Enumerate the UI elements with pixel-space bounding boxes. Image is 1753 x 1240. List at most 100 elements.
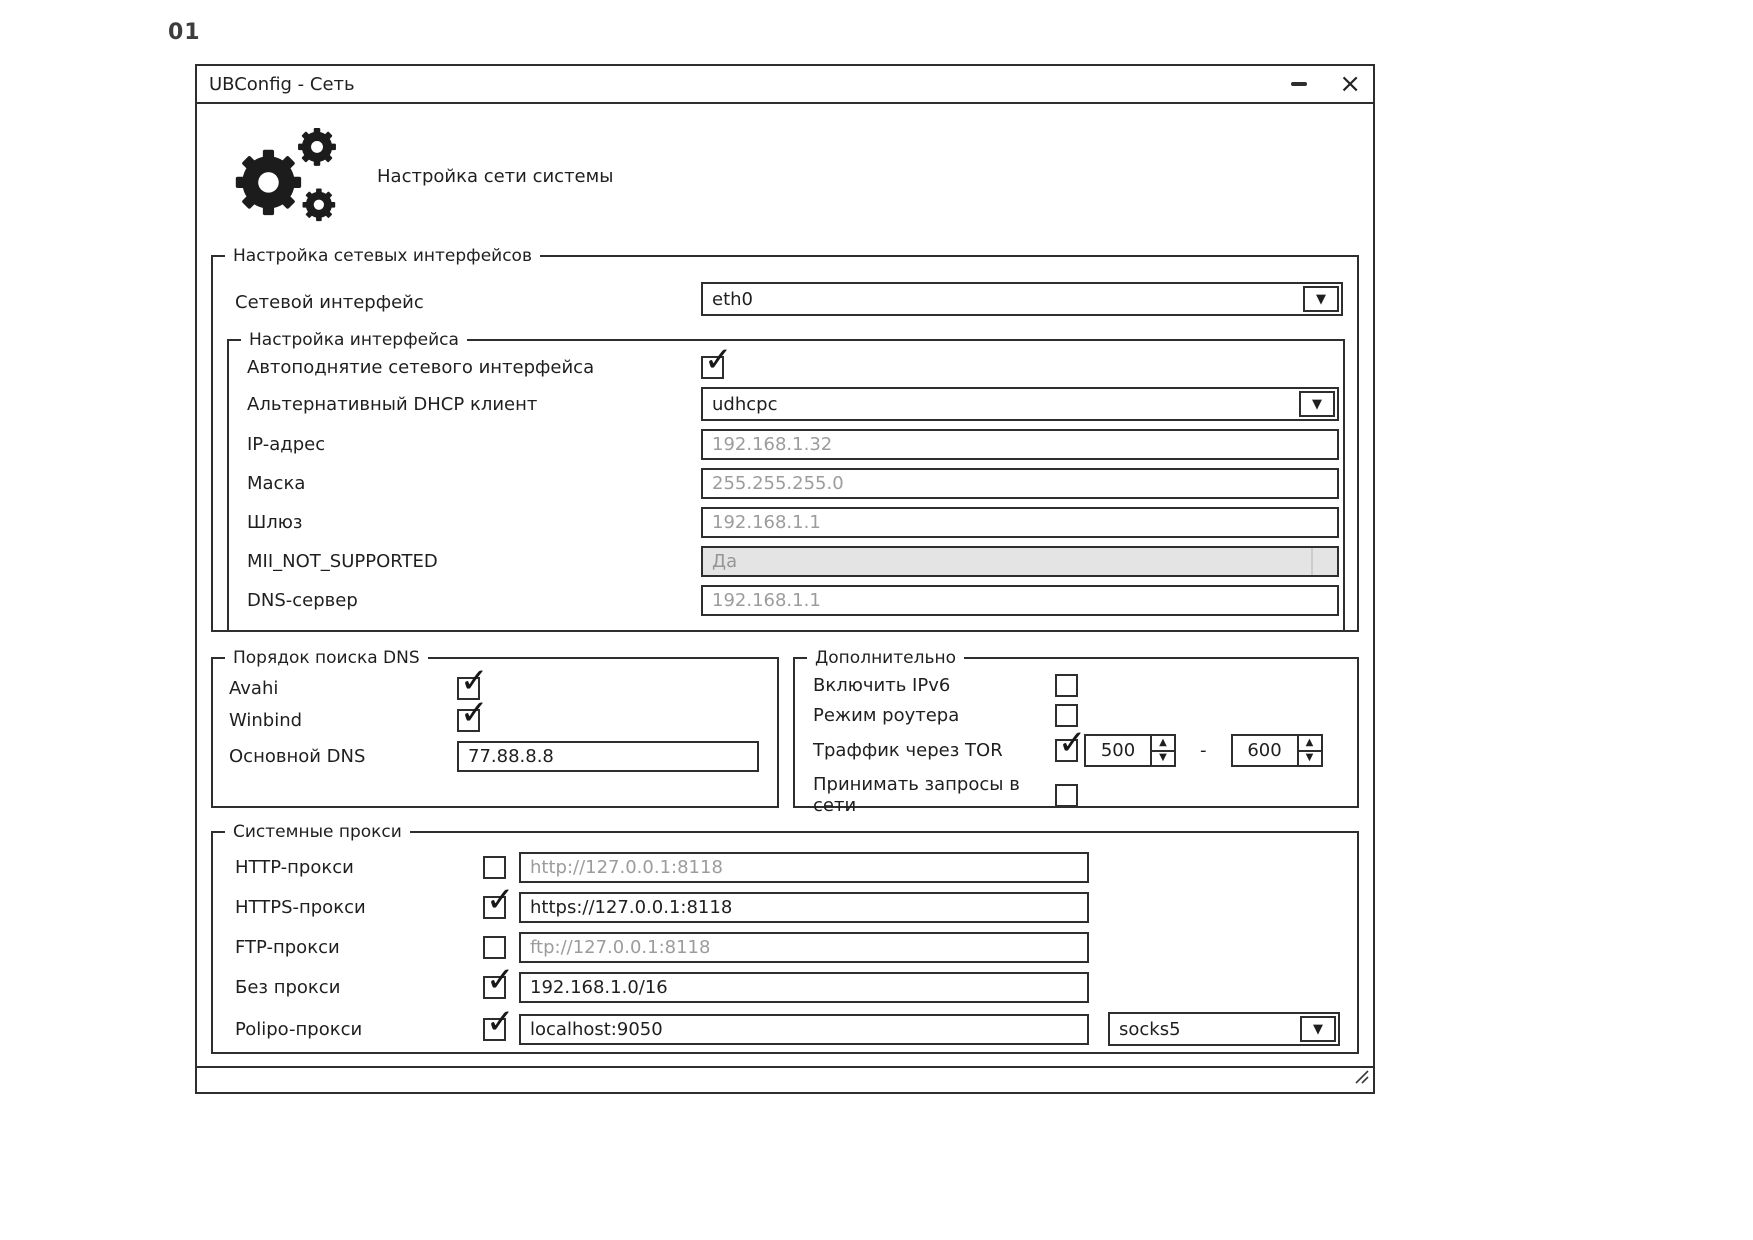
- polipo-proxy-input[interactable]: [519, 1014, 1089, 1045]
- group-network-interfaces: Настройка сетевых интерфейсов Сетевой ин…: [211, 246, 1359, 632]
- page-number: 01: [168, 20, 201, 45]
- dhcp-client-select[interactable]: udhcpc ▼: [701, 387, 1339, 421]
- check-icon: ✓: [1058, 726, 1087, 760]
- accept-requests-checkbox[interactable]: ✓: [1055, 784, 1078, 807]
- dropdown-arrow-glyph: ▼: [1316, 293, 1326, 306]
- tor-port-to-spinbox[interactable]: 600 ▲ ▼: [1231, 734, 1323, 767]
- close-icon[interactable]: ×: [1339, 71, 1361, 97]
- window-titlebar[interactable]: UBConfig - Сеть ×: [197, 66, 1373, 104]
- interface-select[interactable]: eth0 ▼: [701, 282, 1343, 316]
- window-controls: ×: [1291, 71, 1361, 97]
- group-additional: Дополнительно Включить IPv6 ✓ Режим роут…: [793, 648, 1359, 808]
- auto-up-label: Автоподнятие сетевого интерфейса: [247, 357, 701, 378]
- group-network-interfaces-title: Настройка сетевых интерфейсов: [225, 246, 540, 266]
- group-dns-order: Порядок поиска DNS Avahi ✓ Winbind ✓ Осн…: [211, 648, 779, 808]
- dns-order-form: Avahi ✓ Winbind ✓ Основной DNS: [213, 668, 777, 772]
- tor-port-from-spinbox[interactable]: 500 ▲ ▼: [1084, 734, 1176, 767]
- dns-server-label: DNS-сервер: [247, 590, 701, 611]
- interface-settings-form: Автоподнятие сетевого интерфейса ✓ Альте…: [229, 350, 1343, 616]
- spacer: [1089, 867, 1357, 868]
- check-icon: ✓: [460, 696, 489, 730]
- gateway-input[interactable]: [701, 507, 1339, 538]
- avahi-checkbox[interactable]: ✓: [457, 677, 480, 700]
- gateway-label: Шлюз: [247, 512, 701, 533]
- dropdown-arrow-glyph: ▼: [1313, 1023, 1323, 1036]
- netmask-label: Маска: [247, 473, 701, 494]
- window-title: UBConfig - Сеть: [209, 74, 355, 95]
- https-proxy-label: HTTPS-прокси: [235, 897, 483, 918]
- check-icon: ✓: [704, 343, 733, 377]
- http-proxy-label: HTTP-прокси: [235, 857, 483, 878]
- tor-traffic-label: Траффик через TOR: [813, 740, 1055, 761]
- mii-not-supported-field: Да: [701, 546, 1339, 577]
- dhcp-client-select-value: udhcpc: [712, 394, 777, 415]
- router-mode-checkbox[interactable]: ✓: [1055, 704, 1078, 727]
- no-proxy-checkbox[interactable]: ✓: [483, 976, 506, 999]
- interface-label: Сетевой интерфейс: [235, 292, 424, 313]
- proxies-form: HTTP-прокси ✓ HTTPS-прокси ✓ FTP-прокси …: [213, 842, 1357, 1046]
- spin-up-icon[interactable]: ▲: [1152, 736, 1174, 750]
- spin-buttons: ▲ ▼: [1150, 736, 1174, 765]
- polipo-type-select-value: socks5: [1119, 1019, 1181, 1040]
- group-interface-settings: Настройка интерфейса Автоподнятие сетево…: [227, 330, 1345, 632]
- ipv6-label: Включить IPv6: [813, 675, 1055, 696]
- polipo-proxy-checkbox[interactable]: ✓: [483, 1018, 506, 1041]
- spin-down-icon[interactable]: ▼: [1299, 750, 1321, 766]
- no-proxy-label: Без прокси: [235, 977, 483, 998]
- check-icon: ✓: [486, 883, 515, 917]
- group-additional-title: Дополнительно: [807, 648, 964, 668]
- mii-not-supported-label: MII_NOT_SUPPORTED: [247, 551, 701, 572]
- spacer: [1089, 907, 1357, 908]
- status-bar: [197, 1066, 1373, 1092]
- spin-buttons: ▲ ▼: [1297, 736, 1321, 765]
- additional-form: Включить IPv6 ✓ Режим роутера ✓ Траффик …: [795, 668, 1357, 816]
- spin-up-icon[interactable]: ▲: [1299, 736, 1321, 750]
- resize-grip-icon[interactable]: [1355, 1069, 1369, 1088]
- group-dns-order-title: Порядок поиска DNS: [225, 648, 428, 668]
- ftp-proxy-label: FTP-прокси: [235, 937, 483, 958]
- ftp-proxy-input[interactable]: [519, 932, 1089, 963]
- http-proxy-checkbox[interactable]: ✓: [483, 856, 506, 879]
- auto-up-checkbox[interactable]: ✓: [701, 356, 724, 379]
- router-mode-label: Режим роутера: [813, 705, 1055, 726]
- https-proxy-checkbox[interactable]: ✓: [483, 896, 506, 919]
- dialog-subtitle: Настройка сети системы: [377, 166, 613, 187]
- dropdown-arrow-glyph: ▼: [1312, 398, 1322, 411]
- dns-server-input[interactable]: [701, 585, 1339, 616]
- group-system-proxies-title: Системные прокси: [225, 822, 410, 842]
- interface-select-value: eth0: [712, 289, 753, 310]
- https-proxy-input[interactable]: [519, 892, 1089, 923]
- ip-address-input[interactable]: [701, 429, 1339, 460]
- chevron-down-icon[interactable]: ▼: [1299, 391, 1335, 417]
- chevron-down-icon[interactable]: ▼: [1300, 1016, 1336, 1042]
- primary-dns-input[interactable]: [457, 741, 759, 772]
- tor-traffic-checkbox[interactable]: ✓: [1055, 739, 1078, 762]
- ftp-proxy-checkbox[interactable]: ✓: [483, 936, 506, 959]
- avahi-label: Avahi: [229, 678, 457, 699]
- polipo-proxy-label: Polipo-прокси: [235, 1019, 483, 1040]
- check-icon: ✓: [486, 963, 515, 997]
- minimize-icon[interactable]: [1291, 82, 1307, 86]
- tor-controls: ✓ 500 ▲ ▼ - 600 ▲ ▼: [1055, 734, 1357, 767]
- accept-requests-label: Принимать запросы в сети: [813, 774, 1055, 816]
- spin-down-icon[interactable]: ▼: [1152, 750, 1174, 766]
- gears-icon: [233, 120, 345, 232]
- chevron-down-icon[interactable]: ▼: [1303, 286, 1339, 312]
- no-proxy-input[interactable]: [519, 972, 1089, 1003]
- check-icon: ✓: [460, 664, 489, 698]
- http-proxy-input[interactable]: [519, 852, 1089, 883]
- netmask-input[interactable]: [701, 468, 1339, 499]
- check-icon: ✓: [486, 1005, 515, 1039]
- group-system-proxies: Системные прокси HTTP-прокси ✓ HTTPS-про…: [211, 822, 1359, 1054]
- ubconfig-window: UBConfig - Сеть ×: [195, 64, 1375, 1094]
- ip-address-label: IP-адрес: [247, 434, 701, 455]
- primary-dns-label: Основной DNS: [229, 746, 457, 767]
- winbind-label: Winbind: [229, 710, 457, 731]
- polipo-type-select[interactable]: socks5 ▼: [1108, 1012, 1340, 1046]
- mii-not-supported-value: Да: [712, 551, 737, 572]
- dhcp-client-label: Альтернативный DHCP клиент: [247, 394, 701, 415]
- group-interface-settings-title: Настройка интерфейса: [241, 330, 467, 350]
- spacer: [1089, 947, 1357, 948]
- winbind-checkbox[interactable]: ✓: [457, 709, 480, 732]
- ipv6-checkbox[interactable]: ✓: [1055, 674, 1078, 697]
